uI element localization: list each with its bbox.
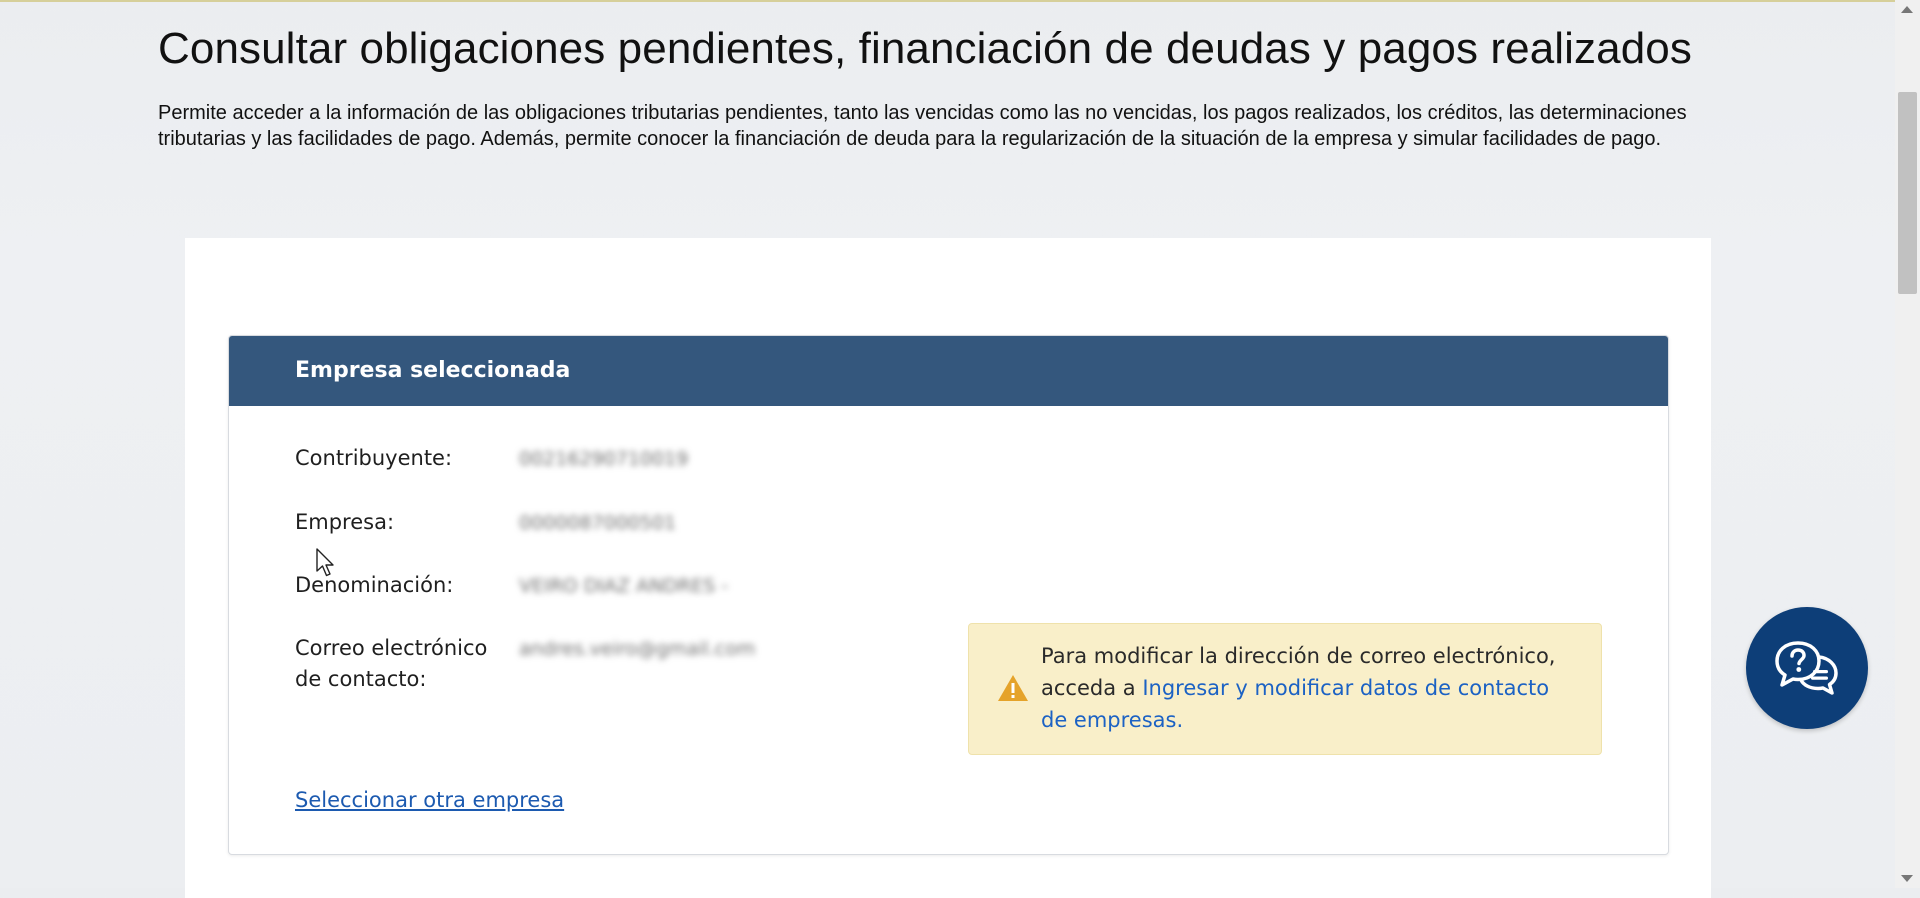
email-warning-box: Para modificar la dirección de correo el… — [968, 623, 1602, 755]
chat-help-button[interactable] — [1746, 607, 1868, 729]
empresa-value: 0000087000501 — [519, 512, 677, 534]
mouse-pointer-icon — [316, 548, 334, 577]
correo-label: Correo electrónico de contacto: — [295, 636, 488, 691]
contribuyente-label: Contribuyente: — [295, 446, 453, 470]
panel-title: Empresa seleccionada — [295, 358, 571, 383]
company-panel: Empresa seleccionada Contribuyente: 0021… — [228, 335, 1669, 855]
denominacion-value: VEIRO DIAZ ANDRES - — [519, 575, 729, 597]
contribuyente-value: 00216290710019 — [519, 448, 689, 470]
chat-help-icon — [1775, 641, 1838, 695]
warning-message: Para modificar la dirección de correo el… — [1041, 640, 1571, 736]
scrollbar-thumb[interactable] — [1898, 92, 1917, 294]
select-other-company-link[interactable]: Seleccionar otra empresa — [295, 788, 564, 812]
warning-triangle-icon — [998, 675, 1028, 701]
page-description: Permite acceder a la información de las … — [158, 102, 1687, 150]
scroll-down-arrow-icon[interactable] — [1901, 875, 1913, 882]
correo-value: andres.veiro@gmail.com — [519, 638, 756, 660]
scroll-up-arrow-icon[interactable] — [1901, 6, 1913, 13]
panel-header: Empresa seleccionada — [229, 336, 1668, 406]
page-title: Consultar obligaciones pendientes, finan… — [158, 24, 1692, 73]
empresa-label: Empresa: — [295, 510, 395, 534]
top-border — [0, 0, 1920, 2]
